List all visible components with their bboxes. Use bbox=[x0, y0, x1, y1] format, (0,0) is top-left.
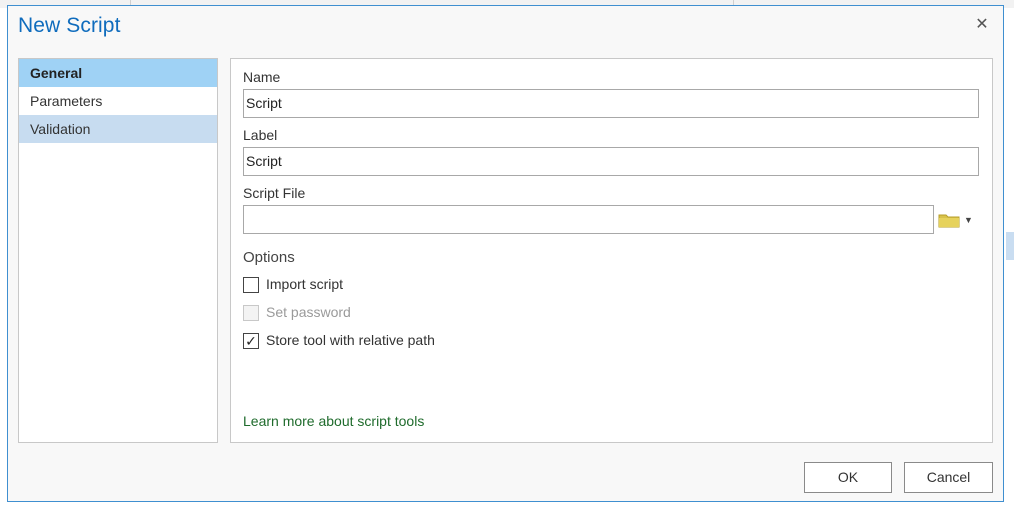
browse-dropdown[interactable]: ▼ bbox=[964, 215, 973, 225]
background-selection bbox=[1006, 232, 1014, 260]
label-label: Label bbox=[243, 127, 278, 143]
folder-icon bbox=[938, 214, 960, 228]
set-password-label: Set password bbox=[266, 304, 351, 320]
cancel-button[interactable]: Cancel bbox=[904, 462, 993, 493]
relative-path-checkbox[interactable]: ✓ bbox=[243, 333, 259, 349]
label-input[interactable]: Script bbox=[243, 147, 979, 176]
dialog-title: New Script bbox=[18, 14, 121, 37]
caret-down-icon: ▼ bbox=[964, 215, 973, 225]
ok-button[interactable]: OK bbox=[804, 462, 892, 493]
import-script-label: Import script bbox=[266, 276, 344, 292]
nav-item-general[interactable]: General bbox=[19, 59, 217, 87]
nav-list: General Parameters Validation bbox=[18, 58, 218, 443]
relative-path-label: Store tool with relative path bbox=[266, 332, 435, 348]
new-script-dialog: New Script ✕ General Parameters Validati… bbox=[7, 5, 1004, 502]
name-label: Name bbox=[243, 69, 281, 85]
nav-item-parameters[interactable]: Parameters bbox=[19, 87, 217, 115]
import-script-checkbox[interactable] bbox=[243, 277, 259, 293]
name-input[interactable]: Script bbox=[243, 89, 979, 118]
browse-button[interactable] bbox=[938, 212, 960, 230]
options-heading: Options bbox=[243, 249, 295, 266]
set-password-checkbox bbox=[243, 305, 259, 321]
script-file-label: Script File bbox=[243, 185, 306, 201]
check-icon: ✓ bbox=[245, 333, 257, 349]
script-file-input[interactable] bbox=[243, 205, 934, 234]
general-panel: Name Script Label Script Script File ▼ O… bbox=[230, 58, 993, 443]
close-button[interactable]: ✕ bbox=[973, 16, 991, 34]
nav-item-validation[interactable]: Validation bbox=[19, 115, 217, 143]
close-icon: ✕ bbox=[975, 16, 989, 33]
learn-more-link[interactable]: Learn more about script tools bbox=[243, 413, 424, 429]
